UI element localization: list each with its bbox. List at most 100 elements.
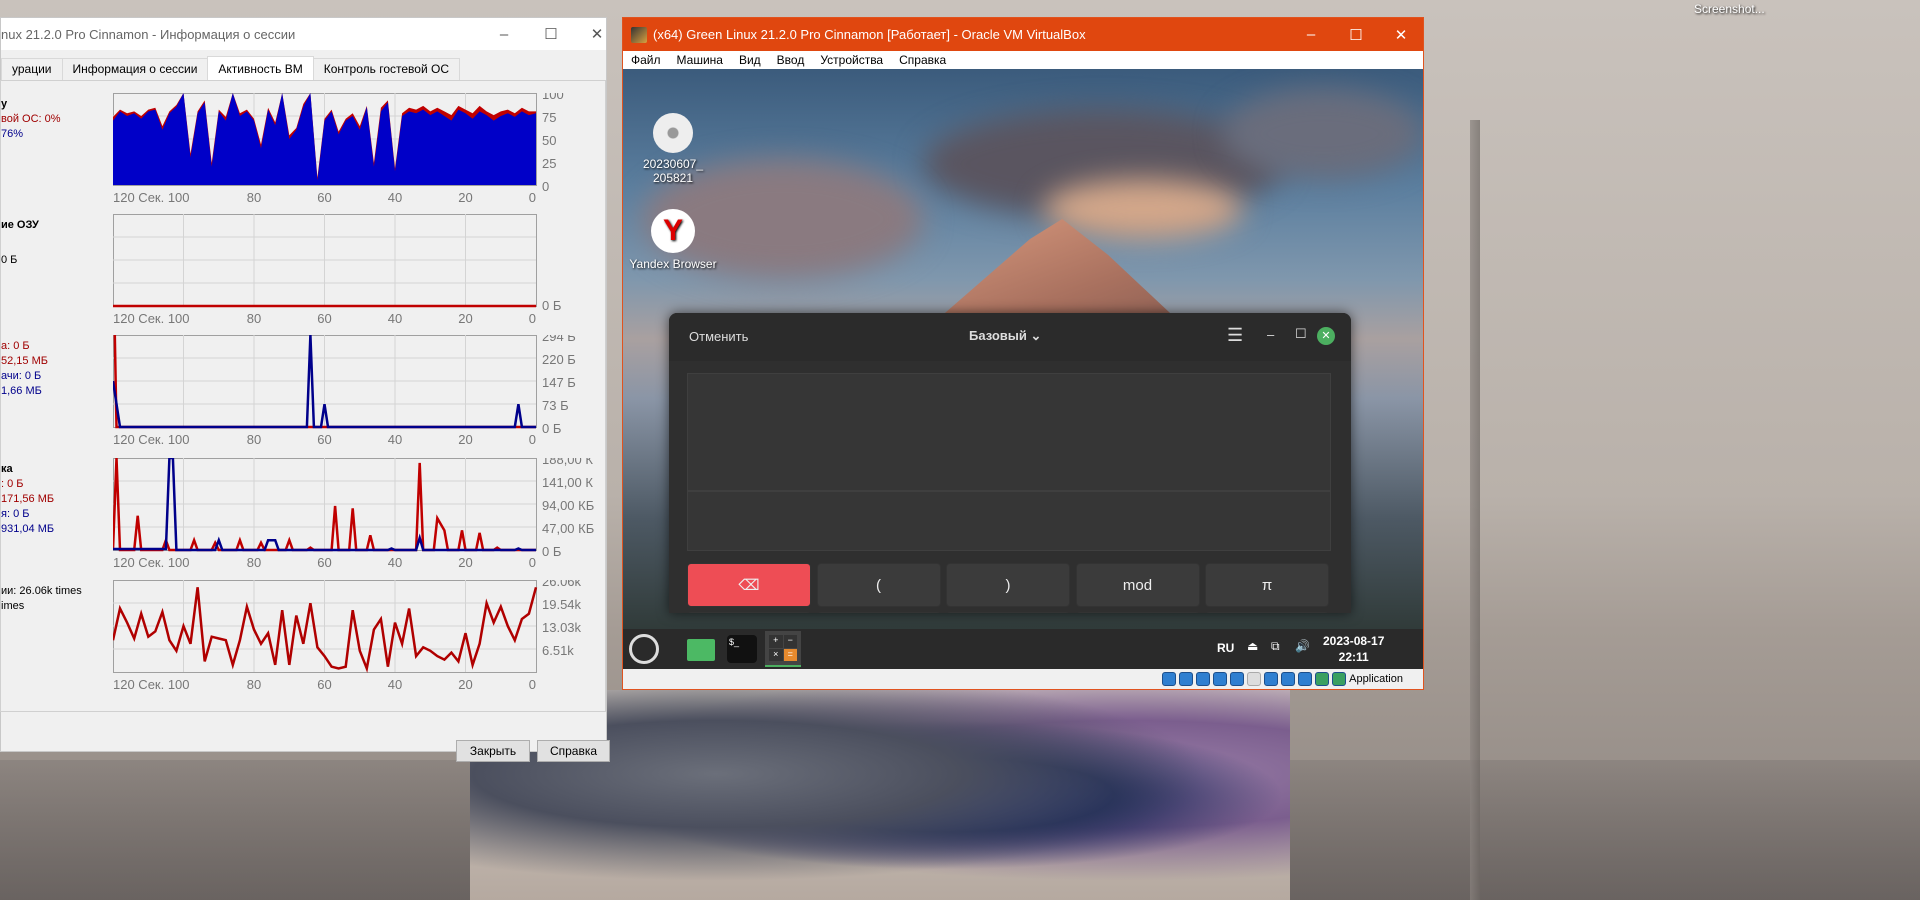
- menu-logo-icon[interactable]: [629, 634, 659, 664]
- x-tick-label: 80: [247, 190, 261, 205]
- virtualbox-icon: [631, 26, 647, 43]
- x-tick-label: 80: [247, 555, 261, 570]
- calculator-input[interactable]: [687, 491, 1331, 551]
- chevron-down-icon: ⌄: [1030, 328, 1042, 343]
- usb-icon[interactable]: [1230, 672, 1245, 686]
- key-button[interactable]: π: [1205, 563, 1329, 607]
- tab-3[interactable]: Контроль гостевой ОС: [312, 58, 460, 80]
- key-button[interactable]: √: [1205, 612, 1329, 613]
- x-tick-label: 80: [247, 432, 261, 447]
- help-button[interactable]: Справка: [537, 740, 610, 762]
- key-button[interactable]: 9: [946, 612, 1070, 613]
- maximize-button[interactable]: ☐: [1333, 18, 1379, 51]
- legend-line: 1,66 МБ: [1, 385, 42, 397]
- calculator-display[interactable]: [687, 373, 1331, 491]
- maximize-button[interactable]: ☐: [1295, 326, 1307, 342]
- x-tick-label: 40: [388, 190, 402, 205]
- shared-folder-icon[interactable]: [1247, 672, 1262, 686]
- menu-item-0[interactable]: Файл: [623, 53, 669, 67]
- volume-icon[interactable]: 🔊: [1295, 639, 1310, 653]
- key-button[interactable]: ÷: [1075, 612, 1200, 613]
- minimize-button[interactable]: –: [1267, 327, 1274, 342]
- chart-legend: а: 0 Б 52,15 МБ ачи: 0 Б 1,66 МБ: [1, 339, 48, 399]
- menu-item-1[interactable]: Машина: [669, 53, 731, 67]
- x-tick-label: 80: [247, 311, 261, 326]
- y-tick-label: 47,00 КБ: [542, 521, 594, 536]
- menu-item-2[interactable]: Вид: [731, 53, 769, 67]
- tab-2[interactable]: Активность ВМ: [207, 56, 314, 80]
- maximize-button[interactable]: ☐: [528, 18, 574, 50]
- calculator-app-icon[interactable]: + − × =: [765, 631, 801, 667]
- vt-x-icon[interactable]: [1298, 672, 1313, 686]
- close-icon[interactable]: ✕: [1317, 327, 1335, 345]
- x-tick-label: 0: [529, 190, 536, 205]
- chart-legend: ка: 0 Б 171,56 МБ я: 0 Б 931,04 МБ: [1, 462, 54, 537]
- x-tick-label: 60: [317, 555, 331, 570]
- tab-1[interactable]: Информация о сессии: [61, 58, 209, 80]
- host-key-label: Application: [1349, 673, 1403, 685]
- key-button[interactable]: mod: [1075, 563, 1200, 607]
- x-tick-label: 60: [317, 311, 331, 326]
- cancel-button[interactable]: Отменить: [689, 329, 748, 344]
- guest-taskbar: $_ + − × = RU ⏏ ⧉ 🔊 2023-08-17 22:11: [623, 629, 1423, 669]
- y-tick-label: 19.54k: [542, 597, 582, 612]
- mode-selector[interactable]: Базовый ⌄: [969, 328, 1041, 344]
- legend-line: ие ОЗУ: [1, 219, 39, 231]
- x-tick-label: 120 Сек. 100: [113, 555, 190, 570]
- chart-2: 120 Сек. 100 80 60 40 20 0 294 Б 220 Б 147 Б 73 Б…: [113, 335, 576, 447]
- minimize-button[interactable]: –: [481, 18, 527, 50]
- menu-bar: Файл Машина Вид Ввод Устройства Справка: [623, 51, 1423, 69]
- clock[interactable]: 2023-08-17 22:11: [1323, 633, 1384, 665]
- x-tick-label: 40: [388, 311, 402, 326]
- tab-0[interactable]: урации: [1, 58, 63, 80]
- close-window-button[interactable]: ✕: [575, 18, 619, 50]
- menu-item-3[interactable]: Ввод: [769, 53, 813, 67]
- menu-item-4[interactable]: Устройства: [812, 53, 891, 67]
- chart-3: 120 Сек. 100 80 60 40 20 0 188,00 К 141,00 К 94,…: [113, 458, 594, 570]
- menu-item-5[interactable]: Справка: [891, 53, 954, 67]
- desktop-icon-yandex[interactable]: Y Yandex Browser: [628, 209, 718, 271]
- display-icon[interactable]: [1264, 672, 1279, 686]
- desktop-icon-label: 20230607_ 205821: [642, 157, 704, 185]
- audio-icon[interactable]: [1196, 672, 1211, 686]
- key-button[interactable]: (: [816, 563, 941, 607]
- session-info-window: nux 21.2.0 Pro Cinnamon - Информация о с…: [0, 17, 610, 762]
- close-window-button[interactable]: ✕: [1378, 18, 1424, 51]
- hdd-icon[interactable]: [1162, 672, 1177, 686]
- desktop-icon-file[interactable]: 20230607_ 205821: [628, 113, 718, 185]
- keyboard-layout[interactable]: RU: [1217, 641, 1234, 655]
- chart-0: 120 Сек. 100 80 60 40 20 0 100 75 50 25 0: [113, 93, 564, 205]
- terminal-icon[interactable]: $_: [727, 635, 757, 663]
- eject-icon[interactable]: ⏏: [1247, 639, 1258, 653]
- y-tick-label: 188,00 К: [542, 458, 593, 467]
- calculator-header: Отменить Базовый ⌄ ☰ – ☐ ✕: [669, 313, 1351, 361]
- guest-additions-icon[interactable]: [1315, 672, 1330, 686]
- legend-line: а: 0 Б: [1, 340, 30, 352]
- hamburger-menu-icon[interactable]: ☰: [1227, 325, 1243, 346]
- key-button[interactable]: 8: [816, 612, 941, 613]
- network-icon[interactable]: ⧉: [1271, 639, 1280, 654]
- backspace-button[interactable]: ⌫: [687, 563, 811, 607]
- vm-screen[interactable]: 20230607_ 205821 Y Yandex Browser Отмени…: [623, 69, 1423, 669]
- close-button[interactable]: Закрыть: [456, 740, 530, 762]
- legend-line: ачи: 0 Б: [1, 370, 42, 382]
- optical-drive-icon[interactable]: [1179, 672, 1194, 686]
- x-tick-label: 120 Сек. 100: [113, 677, 190, 692]
- host-key-icon[interactable]: [1332, 672, 1347, 686]
- recording-icon[interactable]: [1281, 672, 1296, 686]
- folder-icon[interactable]: [687, 639, 715, 661]
- key-button[interactable]: ): [946, 563, 1070, 607]
- legend-line: у: [1, 98, 8, 110]
- legend-line: я: 0 Б: [1, 508, 30, 520]
- key-button[interactable]: 7: [687, 612, 811, 613]
- legend-line: 171,56 МБ: [1, 493, 55, 505]
- x-tick-label: 60: [317, 432, 331, 447]
- desktop-file-label[interactable]: Screenshot...: [1694, 2, 1765, 16]
- x-tick-label: 0: [529, 677, 536, 692]
- x-tick-label: 40: [388, 432, 402, 447]
- y-tick-label: 220 Б: [542, 352, 576, 367]
- chart-legend: у вой ОС: 0% 76%: [1, 97, 61, 142]
- network-adapter-icon[interactable]: [1213, 672, 1228, 686]
- x-tick-label: 20: [458, 190, 472, 205]
- minimize-button[interactable]: –: [1288, 18, 1334, 51]
